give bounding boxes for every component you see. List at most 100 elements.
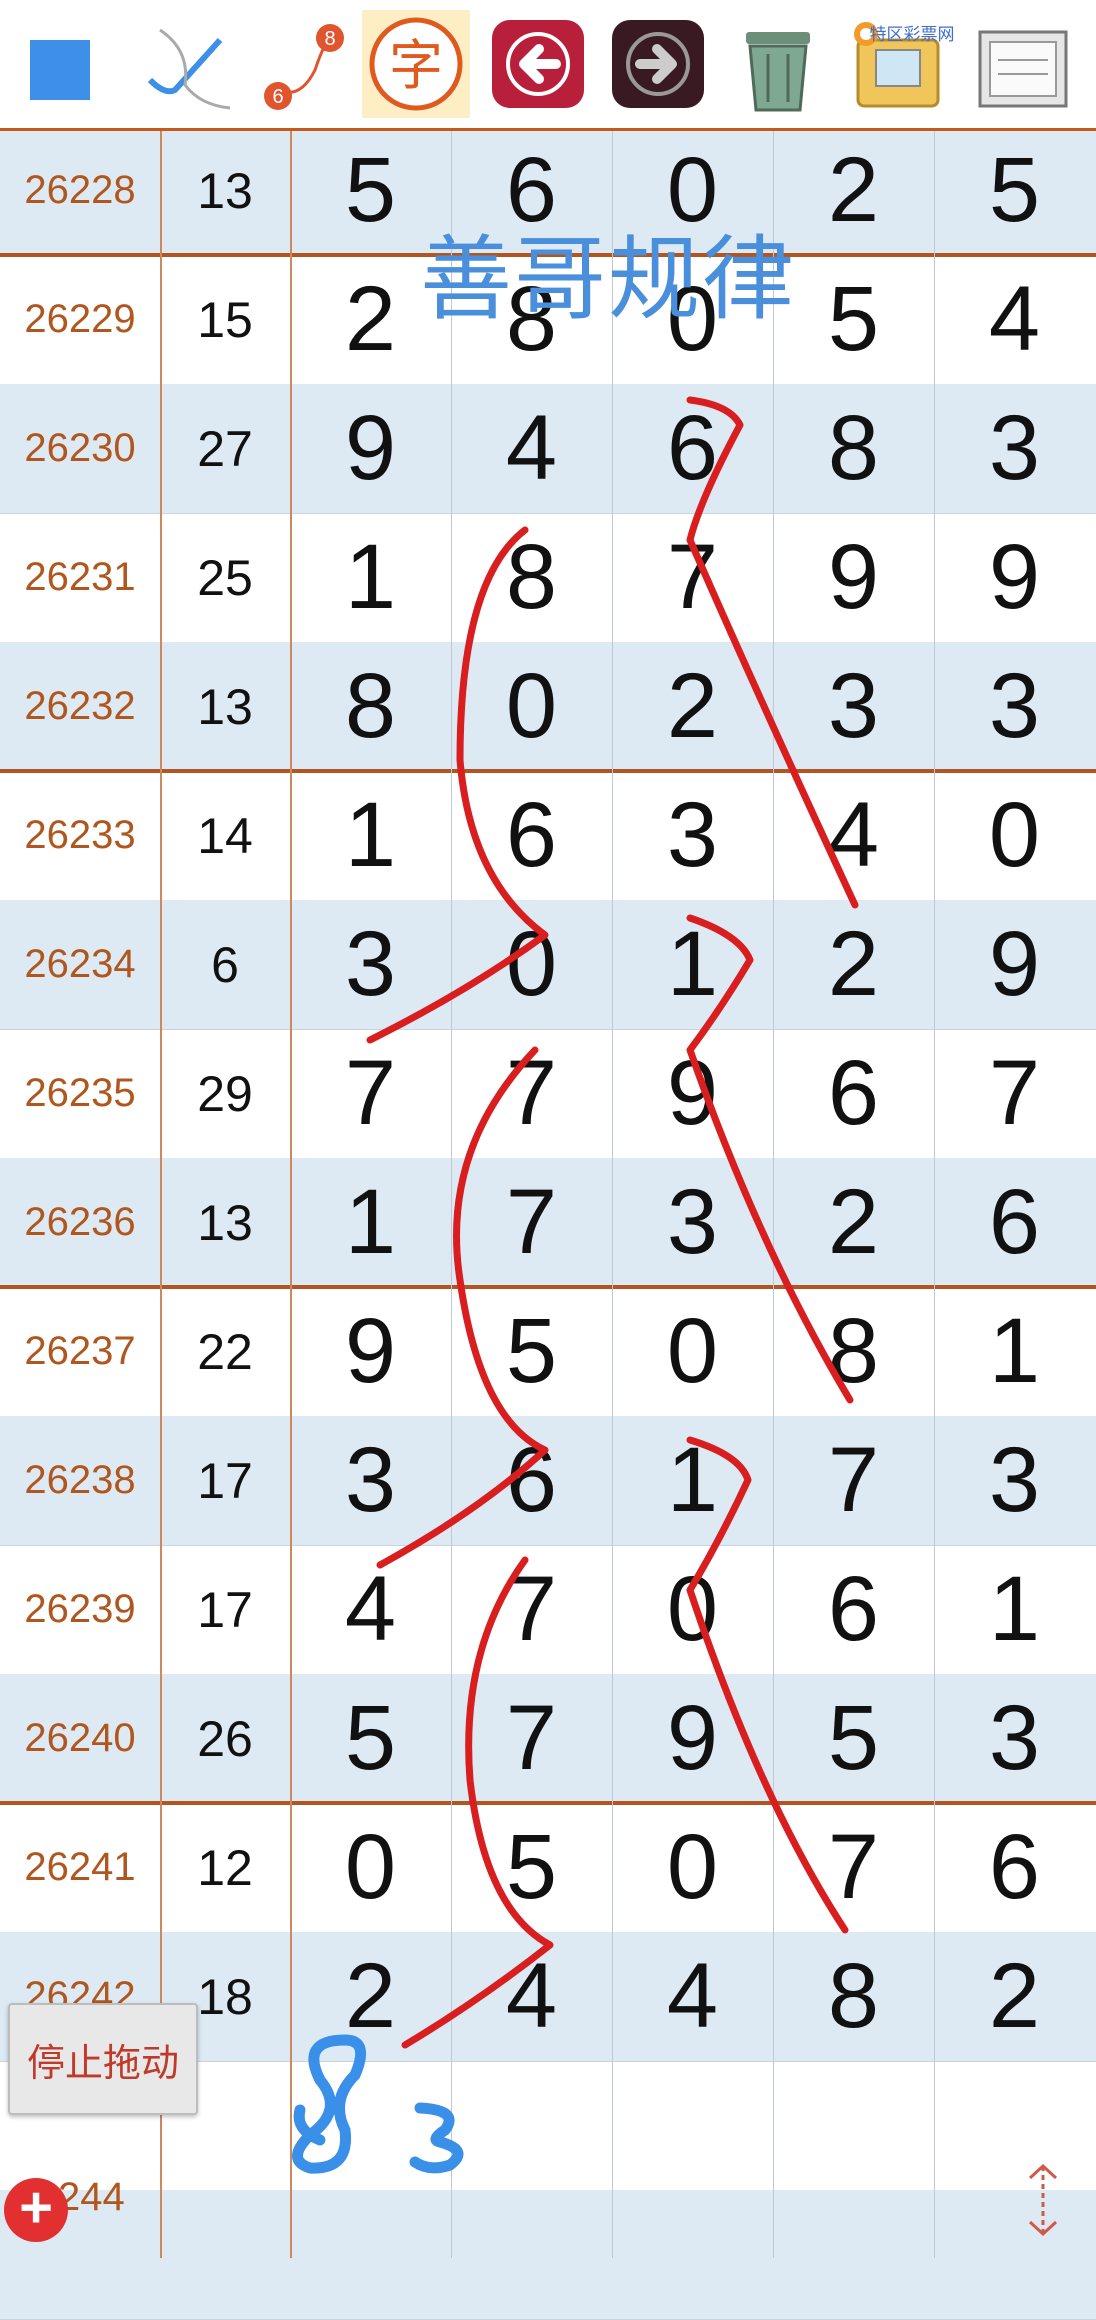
draw-digit xyxy=(612,2190,773,2319)
table-row: 26236 13 1 7 3 2 6 xyxy=(0,1158,1096,1287)
line-draw-icon[interactable]: 6 8 xyxy=(250,10,358,118)
draw-digit: 8 xyxy=(827,397,880,499)
draw-digit: 1 xyxy=(344,1171,397,1273)
draw-digit: 2 xyxy=(666,655,719,757)
draw-digit: 1 xyxy=(344,784,397,886)
issue-number: 26234 xyxy=(24,942,136,986)
draw-digit: 3 xyxy=(827,655,880,757)
digit-sum: 25 xyxy=(197,549,253,606)
table-row: 26233 14 1 6 3 4 0 xyxy=(0,771,1096,900)
draw-digit: 7 xyxy=(505,1042,558,1144)
draw-digit: 7 xyxy=(505,1558,558,1660)
draw-digit xyxy=(451,2061,612,2190)
draw-digit: 7 xyxy=(344,1042,397,1144)
draw-digit: 3 xyxy=(988,397,1041,499)
draw-digit: 0 xyxy=(505,655,558,757)
table-row: 26234 6 3 0 1 2 9 xyxy=(0,900,1096,1029)
draw-digit: 4 xyxy=(505,397,558,499)
bottom-issue-number: 244 xyxy=(58,2175,125,2219)
digit-sum: 17 xyxy=(197,1581,253,1638)
table-row: 26241 12 0 5 0 7 6 xyxy=(0,1803,1096,1932)
draw-digit: 0 xyxy=(505,913,558,1015)
digit-sum: 15 xyxy=(197,291,253,348)
draw-digit: 9 xyxy=(988,913,1041,1015)
draw-digit: 2 xyxy=(827,139,880,241)
table-row xyxy=(0,2190,1096,2319)
draw-digit: 2 xyxy=(988,1945,1041,2047)
draw-digit: 1 xyxy=(344,526,397,628)
draw-digit: 4 xyxy=(988,268,1041,370)
draw-digit: 0 xyxy=(666,1300,719,1402)
col-divider xyxy=(451,128,452,2258)
draw-digit: 6 xyxy=(827,1558,880,1660)
draw-digit xyxy=(934,2061,1095,2190)
table-row: 26237 22 9 5 0 8 1 xyxy=(0,1287,1096,1416)
text-char-icon[interactable]: 字 xyxy=(362,10,470,118)
draw-digit: 2 xyxy=(344,1945,397,2047)
draw-digit: 1 xyxy=(666,913,719,1015)
col-divider xyxy=(612,128,613,2258)
issue-number: 26236 xyxy=(24,1200,136,1244)
draw-digit: 6 xyxy=(505,784,558,886)
draw-digit xyxy=(773,2061,934,2190)
add-button[interactable]: + xyxy=(4,2178,68,2242)
blue-square-icon[interactable] xyxy=(0,10,108,118)
scroll-arrows-icon[interactable] xyxy=(1018,2160,1068,2240)
draw-digit: 2 xyxy=(827,913,880,1015)
forward-arrow-icon[interactable] xyxy=(604,10,712,118)
draw-digit: 3 xyxy=(666,784,719,886)
digit-sum: 12 xyxy=(197,1839,253,1896)
table-row: 26231 25 1 8 7 9 9 xyxy=(0,513,1096,642)
check-pen-icon[interactable] xyxy=(130,10,238,118)
issue-number: 26230 xyxy=(24,426,136,470)
draw-digit: 9 xyxy=(827,526,880,628)
draw-digit: 9 xyxy=(344,397,397,499)
issue-number: 26241 xyxy=(24,1845,136,1889)
draw-digit: 5 xyxy=(505,1300,558,1402)
draw-digit: 0 xyxy=(344,1816,397,1918)
draw-digit xyxy=(773,2190,934,2319)
draw-digit: 5 xyxy=(505,1816,558,1918)
table-row: 26232 13 8 0 2 3 3 xyxy=(0,642,1096,771)
draw-digit: 6 xyxy=(988,1816,1041,1918)
draw-digit: 3 xyxy=(988,1687,1041,1789)
table-row: 26239 17 4 7 0 6 1 xyxy=(0,1545,1096,1674)
digit-sum: 26 xyxy=(197,1710,253,1767)
draw-digit xyxy=(451,2190,612,2319)
draw-digit: 9 xyxy=(344,1300,397,1402)
trash-icon[interactable] xyxy=(724,10,832,118)
draw-digit: 6 xyxy=(988,1171,1041,1273)
badge-end: 8 xyxy=(324,28,335,50)
back-arrow-icon[interactable] xyxy=(484,10,592,118)
draw-digit: 9 xyxy=(666,1042,719,1144)
draw-digit: 7 xyxy=(505,1687,558,1789)
issue-number: 26229 xyxy=(24,297,136,341)
table-row: 26235 29 7 7 9 6 7 xyxy=(0,1029,1096,1158)
draw-digit: 8 xyxy=(827,1300,880,1402)
page-title: 善哥规律 xyxy=(420,226,797,333)
issue-number: 26233 xyxy=(24,813,136,857)
draw-digit: 9 xyxy=(988,526,1041,628)
draw-digit: 7 xyxy=(827,1816,880,1918)
notebook-icon[interactable] xyxy=(968,10,1076,118)
draw-digit: 5 xyxy=(827,268,880,370)
table-row: 26240 26 5 7 9 5 3 xyxy=(0,1674,1096,1803)
add-icon: + xyxy=(19,2175,53,2240)
draw-digit xyxy=(290,2061,451,2190)
photo-folder-icon[interactable]: 特区彩票网 xyxy=(846,10,954,118)
stop-drag-button[interactable]: 停止拖动 xyxy=(8,2003,198,2115)
draw-digit: 3 xyxy=(344,913,397,1015)
text-char-glyph: 字 xyxy=(389,34,443,97)
draw-digit: 3 xyxy=(988,1429,1041,1531)
digit-sum: 27 xyxy=(197,420,253,477)
draw-digit: 4 xyxy=(827,784,880,886)
draw-digit: 0 xyxy=(666,1558,719,1660)
draw-digit: 1 xyxy=(988,1558,1041,1660)
issue-number: 26228 xyxy=(24,168,136,212)
issue-number: 26231 xyxy=(24,555,136,599)
draw-digit: 2 xyxy=(827,1171,880,1273)
digit-sum: 17 xyxy=(197,1452,253,1509)
digit-sum: 6 xyxy=(211,936,239,993)
draw-digit xyxy=(612,2061,773,2190)
draw-digit xyxy=(934,2190,1095,2319)
